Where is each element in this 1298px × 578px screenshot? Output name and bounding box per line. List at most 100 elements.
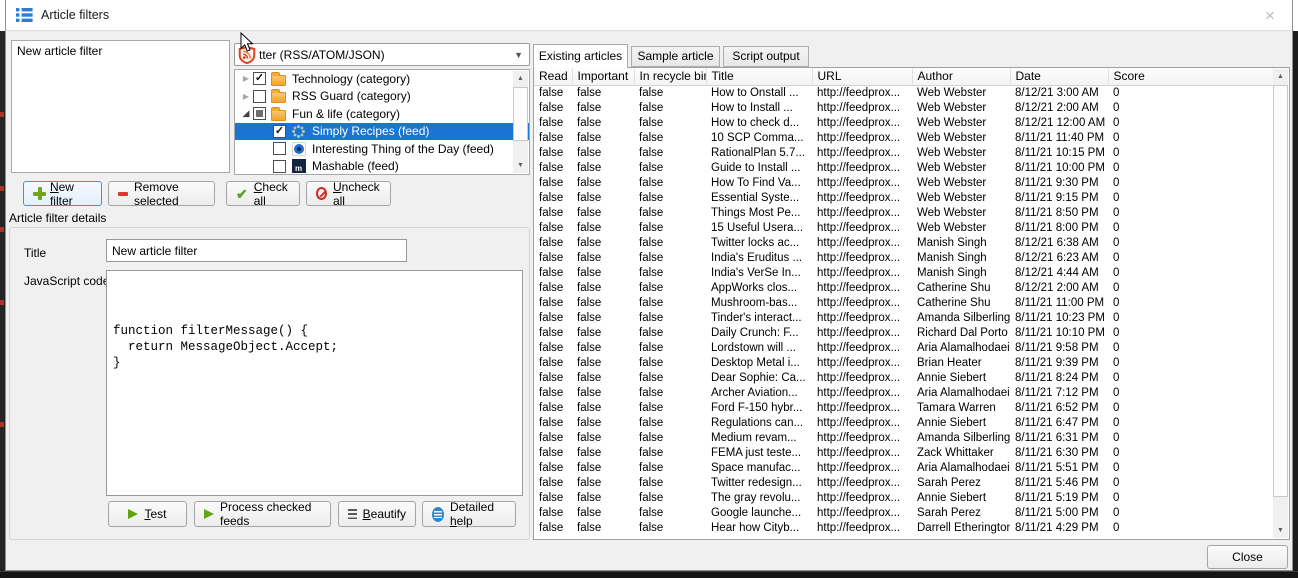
title-input[interactable]	[106, 239, 407, 262]
article-row[interactable]: false false false FEMA just teste... htt…	[534, 445, 1273, 460]
cell-read: false	[534, 400, 572, 415]
article-row[interactable]: false false false 10 SCP Comma... http:/…	[534, 130, 1273, 145]
column-header-read[interactable]: Read	[534, 68, 572, 85]
cell-url: http://feedprox...	[812, 520, 912, 535]
article-row[interactable]: false false false Twitter locks ac... ht…	[534, 235, 1273, 250]
article-row[interactable]: false false false Guide to Install ... h…	[534, 160, 1273, 175]
filters-list[interactable]: New article filter	[11, 40, 230, 173]
article-row[interactable]: false false false Tinder's interact... h…	[534, 310, 1273, 325]
cell-date: 8/12/21 12:00 AM	[1010, 115, 1108, 130]
article-row[interactable]: false false false Space manufac... http:…	[534, 460, 1273, 475]
cell-url: http://feedprox...	[812, 145, 912, 160]
cell-in-recycle-bin: false	[634, 85, 706, 100]
tree-item-fun-and-life[interactable]: ◢ Fun & life (category)	[235, 105, 529, 123]
expand-arrow-icon[interactable]: ▶	[239, 74, 253, 83]
column-header-score[interactable]: Score	[1108, 68, 1273, 85]
article-row[interactable]: false false false Dear Sophie: Ca... htt…	[534, 370, 1273, 385]
cell-author: Manish Singh	[912, 250, 1010, 265]
tree-item-simply-recipes[interactable]: ✓ Simply Recipes (feed)	[235, 123, 529, 141]
article-row[interactable]: false false false RationalPlan 5.7... ht…	[534, 145, 1273, 160]
tree-item-technology[interactable]: ▶ ✓ Technology (category)	[235, 70, 529, 88]
checkbox-checked[interactable]: ✓	[273, 125, 286, 138]
column-header-in-recycle-bin[interactable]: In recycle bin	[634, 68, 706, 85]
scrollbar-thumb[interactable]	[513, 87, 528, 141]
scroll-down-icon[interactable]: ▼	[1273, 523, 1288, 538]
column-header-author[interactable]: Author	[912, 68, 1010, 85]
cell-in-recycle-bin: false	[634, 505, 706, 520]
detailed-help-button[interactable]: Detailed help	[422, 501, 516, 527]
cell-important: false	[572, 520, 634, 535]
article-row[interactable]: false false false Ford F-150 hybr... htt…	[534, 400, 1273, 415]
article-row[interactable]: false false false Essential Syste... htt…	[534, 190, 1273, 205]
article-row[interactable]: false false false Google launche... http…	[534, 505, 1273, 520]
cell-url: http://feedprox...	[812, 460, 912, 475]
tab-sample-article[interactable]: Sample article	[631, 46, 720, 67]
article-row[interactable]: false false false 15 Useful Usera... htt…	[534, 220, 1273, 235]
checkbox-unchecked[interactable]	[253, 90, 266, 103]
article-row[interactable]: false false false Regulations can... htt…	[534, 415, 1273, 430]
remove-selected-button[interactable]: Remove selected	[108, 181, 215, 206]
cell-score: 0	[1108, 100, 1273, 115]
cell-url: http://feedprox...	[812, 220, 912, 235]
beautify-button[interactable]: Beautify	[338, 501, 416, 527]
close-icon[interactable]: ×	[1260, 6, 1280, 26]
uncheck-all-button[interactable]: Uncheck all	[306, 181, 391, 206]
checkbox-unchecked[interactable]	[273, 142, 286, 155]
account-combobox[interactable]: tter (RSS/ATOM/JSON) ▼	[234, 43, 530, 66]
table-scrollbar[interactable]: ▲ ▼	[1273, 69, 1288, 538]
checkbox-partial[interactable]	[253, 107, 266, 120]
article-row[interactable]: false false false Twitter redesign... ht…	[534, 475, 1273, 490]
article-row[interactable]: false false false Hear how Cityb... http…	[534, 520, 1273, 535]
checkbox-unchecked[interactable]	[273, 160, 286, 173]
scrollbar-thumb[interactable]	[1273, 85, 1288, 497]
javascript-code-editor[interactable]: function filterMessage() { return Messag…	[106, 270, 523, 496]
dialog-titlebar[interactable]: Article filters ×	[6, 0, 1292, 31]
tab-script-output[interactable]: Script output	[723, 46, 809, 67]
check-all-button[interactable]: ✔ Check all	[226, 181, 300, 206]
tree-item-rss-guard[interactable]: ▶ RSS Guard (category)	[235, 88, 529, 106]
article-row[interactable]: false false false How To Find Va... http…	[534, 175, 1273, 190]
collapse-arrow-icon[interactable]: ◢	[239, 108, 253, 119]
tree-scrollbar[interactable]: ▲ ▼	[513, 71, 528, 173]
article-row[interactable]: false false false Things Most Pe... http…	[534, 205, 1273, 220]
cell-score: 0	[1108, 85, 1273, 100]
article-row[interactable]: false false false How to check d... http…	[534, 115, 1273, 130]
article-row[interactable]: false false false AppWorks clos... http:…	[534, 280, 1273, 295]
scroll-up-icon[interactable]: ▲	[513, 71, 528, 86]
article-row[interactable]: false false false How to Install ... htt…	[534, 100, 1273, 115]
articles-table-frame: Read Important In recycle bin Title URL …	[533, 67, 1290, 540]
column-header-date[interactable]: Date	[1010, 68, 1108, 85]
test-button[interactable]: Test	[108, 501, 187, 527]
article-row[interactable]: false false false Archer Aviation... htt…	[534, 385, 1273, 400]
column-header-important[interactable]: Important	[572, 68, 634, 85]
scroll-up-icon[interactable]: ▲	[1273, 69, 1288, 84]
checkbox-checked[interactable]: ✓	[253, 72, 266, 85]
article-row[interactable]: false false false How to Onstall ... htt…	[534, 85, 1273, 100]
article-row[interactable]: false false false Medium revam... http:/…	[534, 430, 1273, 445]
cell-date: 8/11/21 8:00 PM	[1010, 220, 1108, 235]
cell-important: false	[572, 415, 634, 430]
article-row[interactable]: false false false Mushroom-bas... http:/…	[534, 295, 1273, 310]
article-row[interactable]: false false false India's VerSe In... ht…	[534, 265, 1273, 280]
filters-list-item[interactable]: New article filter	[12, 41, 229, 61]
article-row[interactable]: false false false Lordstown will ... htt…	[534, 340, 1273, 355]
tree-item-interesting-thing[interactable]: Interesting Thing of the Day (feed)	[235, 140, 529, 158]
tree-item-mashable[interactable]: m Mashable (feed)	[235, 158, 529, 176]
article-row[interactable]: false false false The gray revolu... htt…	[534, 490, 1273, 505]
column-header-title[interactable]: Title	[706, 68, 812, 85]
tab-existing-articles[interactable]: Existing articles	[533, 44, 628, 68]
scroll-down-icon[interactable]: ▼	[513, 158, 528, 173]
article-row[interactable]: false false false Daily Crunch: F... htt…	[534, 325, 1273, 340]
cell-in-recycle-bin: false	[634, 130, 706, 145]
article-row[interactable]: false false false India's Eruditus ... h…	[534, 250, 1273, 265]
column-header-url[interactable]: URL	[812, 68, 912, 85]
cell-title: India's Eruditus ...	[706, 250, 812, 265]
article-row[interactable]: false false false Desktop Metal i... htt…	[534, 355, 1273, 370]
process-checked-feeds-button[interactable]: Process checked feeds	[194, 501, 331, 527]
new-filter-button[interactable]: New filter	[23, 181, 102, 206]
cell-date: 8/11/21 11:40 PM	[1010, 130, 1108, 145]
cell-date: 8/11/21 10:10 PM	[1010, 325, 1108, 340]
close-button[interactable]: Close	[1207, 545, 1288, 569]
cell-title: India's VerSe In...	[706, 265, 812, 280]
expand-arrow-icon[interactable]: ▶	[239, 92, 253, 101]
